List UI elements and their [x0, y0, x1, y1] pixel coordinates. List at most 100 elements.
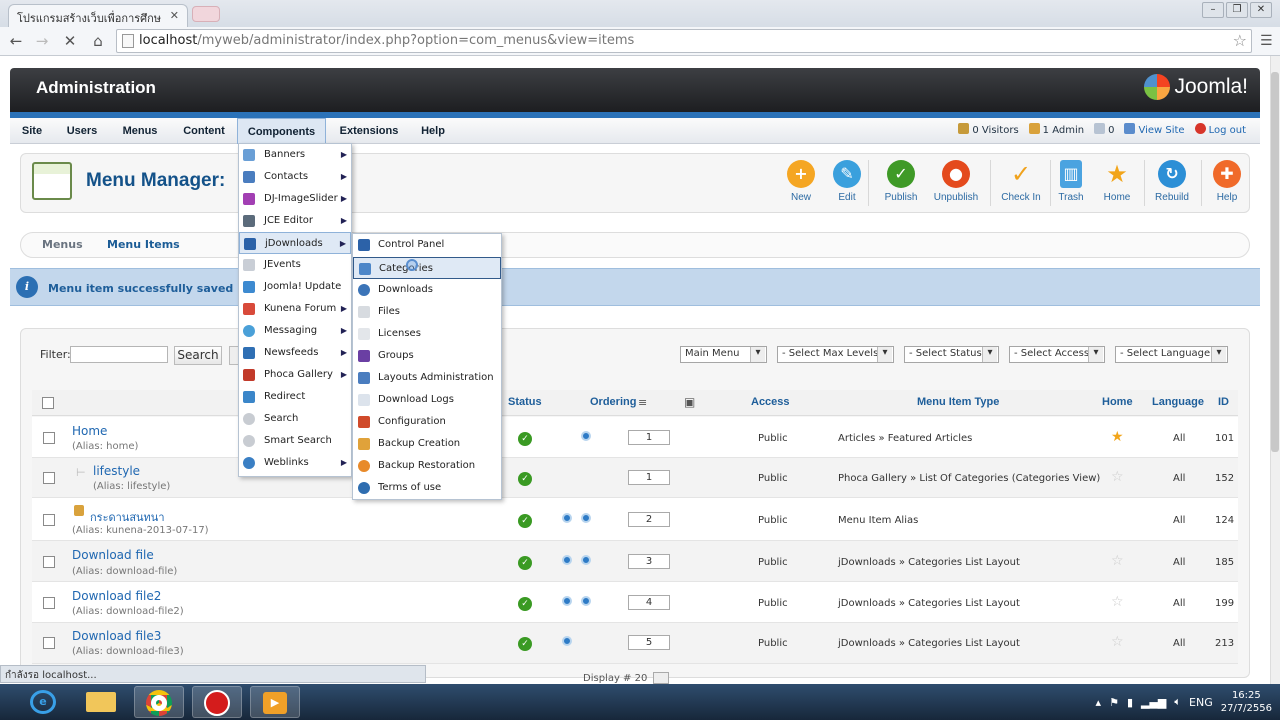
jd-item-files[interactable]: Files [353, 301, 501, 323]
view-site-link[interactable]: View Site [1124, 118, 1185, 144]
order-input[interactable]: 1 [628, 470, 670, 485]
show-hidden-icons[interactable]: ▴ [1096, 696, 1102, 709]
row-title-link[interactable]: กระดานสนทนา [90, 508, 165, 526]
published-icon[interactable]: ✓ [518, 472, 532, 486]
order-input[interactable]: 3 [628, 554, 670, 569]
components-item-jdownloads[interactable]: jDownloads ▶ [239, 232, 351, 254]
col-type[interactable]: Menu Item Type [917, 396, 999, 408]
taskbar-explorer[interactable] [76, 686, 126, 718]
bookmark-star-icon[interactable]: ☆ [1233, 31, 1247, 50]
network-icon[interactable]: ▮ [1127, 696, 1133, 709]
volume-icon[interactable]: 🔈︎ [1174, 695, 1181, 709]
status-select[interactable]: - Select Status - [904, 346, 999, 363]
row-title-link[interactable]: Download file [72, 548, 154, 562]
order-input[interactable]: 2 [628, 512, 670, 527]
order-down-icon[interactable] [581, 555, 591, 565]
clock[interactable]: 16:25 27/7/2556 [1221, 689, 1272, 715]
display-number-select[interactable] [653, 672, 669, 684]
jd-item-backup-restoration[interactable]: Backup Restoration [353, 455, 501, 477]
components-item-newsfeeds[interactable]: Newsfeeds ▶ [239, 342, 351, 364]
select-all-checkbox[interactable] [42, 397, 54, 409]
search-button[interactable]: Search [174, 346, 222, 365]
row-title-link[interactable]: lifestyle [93, 464, 140, 478]
address-bar[interactable]: localhost/myweb/administrator/index.php?… [116, 29, 1252, 53]
order-up-icon[interactable] [562, 555, 572, 565]
menu-help[interactable]: Help [414, 118, 452, 144]
components-item-phoca-gallery[interactable]: Phoca Gallery ▶ [239, 364, 351, 386]
home-star-icon[interactable]: ☆ [1111, 594, 1124, 610]
home-default-star-icon[interactable]: ★ [1111, 429, 1124, 445]
minimize-icon[interactable]: – [1202, 2, 1224, 18]
row-checkbox[interactable] [43, 432, 55, 444]
row-title-link[interactable]: Download file3 [72, 629, 161, 643]
published-icon[interactable]: ✓ [518, 556, 532, 570]
home-star-icon[interactable]: ☆ [1111, 553, 1124, 569]
order-input[interactable]: 5 [628, 635, 670, 650]
jd-item-layouts-administration[interactable]: Layouts Administration [353, 367, 501, 389]
help-button[interactable]: ✚ Help [1200, 160, 1254, 203]
order-down-icon[interactable] [581, 513, 591, 523]
published-icon[interactable]: ✓ [518, 597, 532, 611]
check-in-button[interactable]: ✓ Check In [994, 160, 1048, 203]
menu-users[interactable]: Users [58, 118, 106, 144]
menu-content[interactable]: Content [174, 118, 234, 144]
taskbar-chrome[interactable] [134, 686, 184, 718]
publish-button[interactable]: ✓ Publish [874, 160, 928, 203]
components-item-banners[interactable]: Banners ▶ [239, 144, 351, 166]
order-up-icon[interactable] [562, 513, 572, 523]
order-up-icon[interactable] [562, 636, 572, 646]
order-down-icon[interactable] [581, 431, 591, 441]
row-title-link[interactable]: Home [72, 424, 107, 438]
tab-menu-items[interactable]: Menu Items [107, 238, 180, 251]
components-item-jevents[interactable]: JEvents [239, 254, 351, 276]
menu-select[interactable]: Main Menu [680, 346, 767, 363]
jd-item-groups[interactable]: Groups [353, 345, 501, 367]
back-icon[interactable]: ← [6, 31, 26, 51]
signal-icon[interactable]: ▂▄▆ [1141, 696, 1166, 709]
save-order-icon[interactable]: ▣ [684, 395, 695, 409]
components-item-joomla-update[interactable]: Joomla! Update [239, 276, 351, 298]
flag-icon[interactable]: ⚑ [1109, 696, 1119, 709]
components-item-smart-search[interactable]: Smart Search [239, 430, 351, 452]
browser-tab[interactable]: โปรแกรมสร้างเว็บเพื่อการศึกษ ✕ [8, 4, 188, 27]
jd-item-licenses[interactable]: Licenses [353, 323, 501, 345]
edit-button[interactable]: ✎ Edit [820, 160, 874, 203]
messages-status[interactable]: 0 [1094, 118, 1114, 144]
stop-icon[interactable]: ✕ [60, 31, 80, 51]
published-icon[interactable]: ✓ [518, 432, 532, 446]
forward-icon[interactable]: → [32, 31, 52, 51]
row-checkbox[interactable] [43, 514, 55, 526]
row-title-link[interactable]: Download file2 [72, 589, 161, 603]
col-status[interactable]: Status [508, 396, 542, 408]
scrollbar-thumb[interactable] [1271, 72, 1279, 452]
row-checkbox[interactable] [43, 472, 55, 484]
components-item-search[interactable]: Search [239, 408, 351, 430]
jd-item-categories[interactable]: Categories [353, 257, 501, 279]
language-select[interactable]: - Select Language - [1115, 346, 1228, 363]
order-input[interactable]: 1 [628, 430, 670, 445]
col-ordering[interactable]: Ordering [590, 396, 636, 408]
jd-item-configuration[interactable]: Configuration [353, 411, 501, 433]
jd-item-control-panel[interactable]: Control Panel [353, 234, 501, 256]
components-item-dj-imageslider[interactable]: DJ-ImageSlider ▶ [239, 188, 351, 210]
maximize-icon[interactable]: ❐ [1226, 2, 1248, 18]
order-up-icon[interactable] [562, 596, 572, 606]
published-icon[interactable]: ✓ [518, 514, 532, 528]
jd-item-backup-creation[interactable]: Backup Creation [353, 433, 501, 455]
taskbar-ie[interactable]: e [18, 686, 68, 718]
new-tab-button[interactable] [192, 6, 220, 22]
col-language[interactable]: Language [1152, 396, 1204, 408]
row-checkbox[interactable] [43, 556, 55, 568]
order-input[interactable]: 4 [628, 595, 670, 610]
menu-menus[interactable]: Menus [114, 118, 166, 144]
col-id[interactable]: ID [1218, 396, 1229, 408]
menu-extensions[interactable]: Extensions [332, 118, 406, 144]
home-star-icon[interactable]: ☆ [1111, 634, 1124, 650]
jd-item-downloads[interactable]: Downloads [353, 279, 501, 301]
home-star-icon[interactable]: ☆ [1111, 469, 1124, 485]
row-checkbox[interactable] [43, 597, 55, 609]
components-item-redirect[interactable]: Redirect [239, 386, 351, 408]
row-checkbox[interactable] [43, 637, 55, 649]
close-window-icon[interactable]: ✕ [1250, 2, 1272, 18]
components-item-kunena-forum[interactable]: Kunena Forum ▶ [239, 298, 351, 320]
